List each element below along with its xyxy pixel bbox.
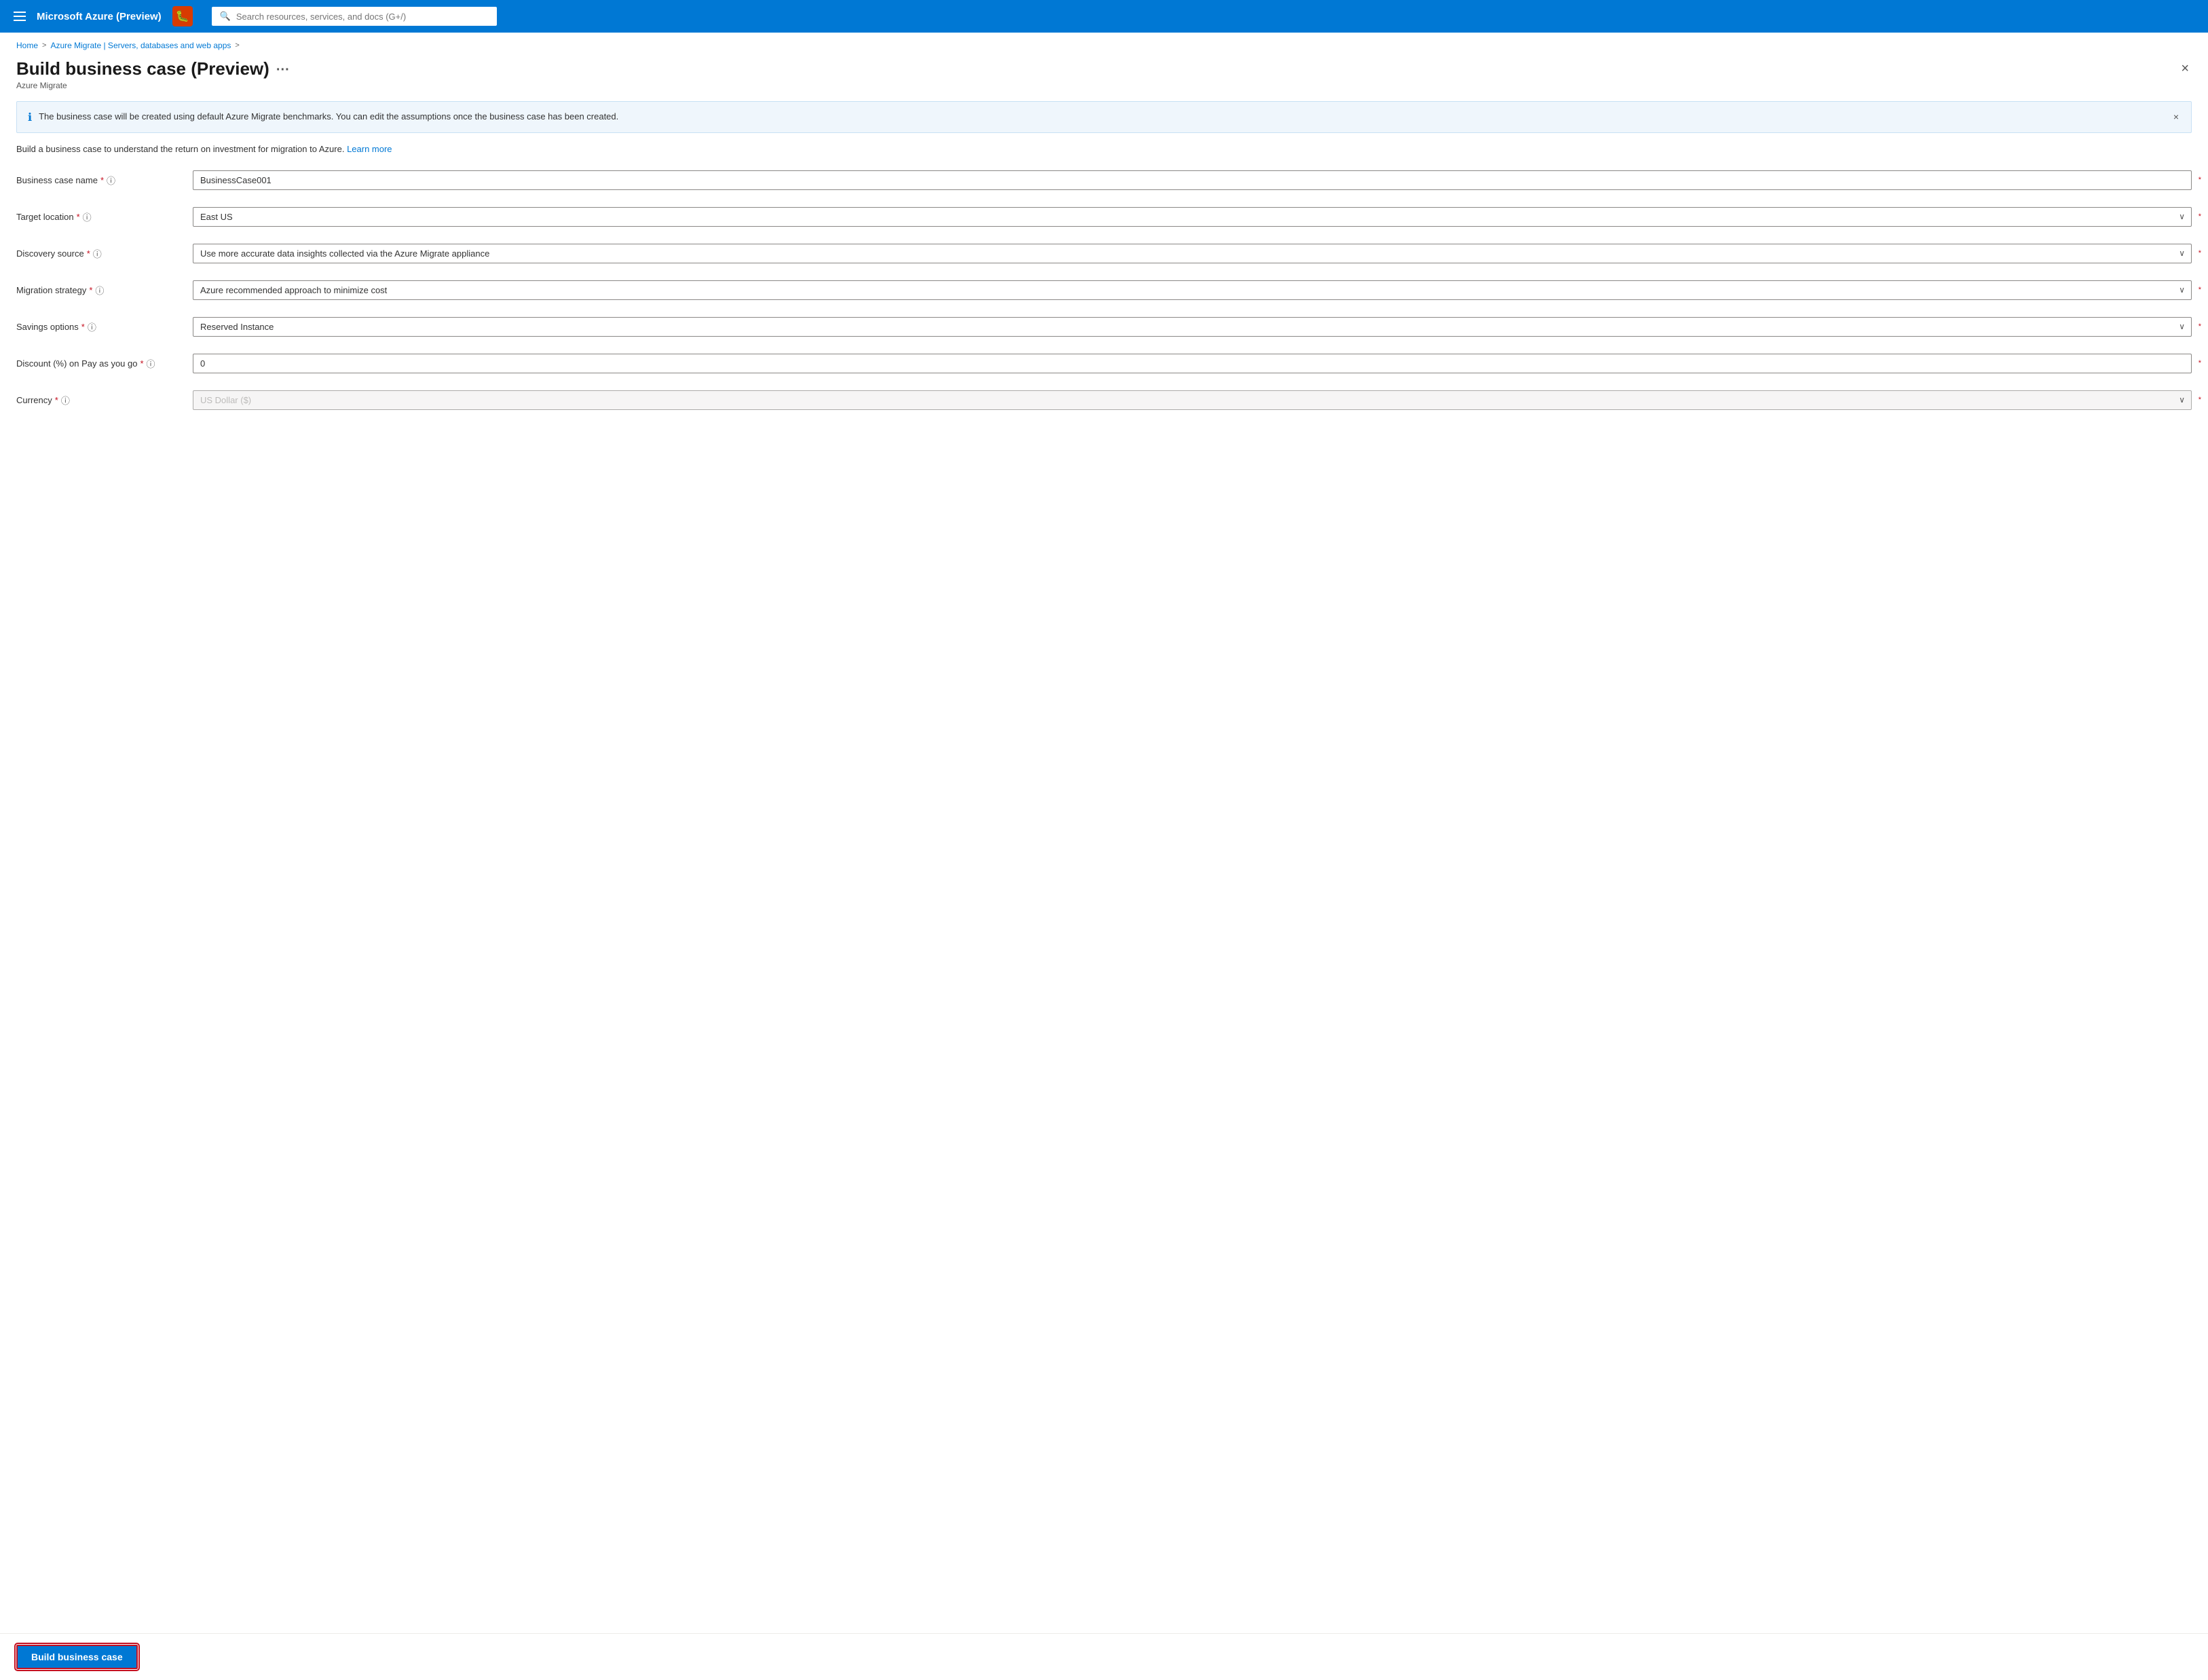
info-icon-7[interactable]: ⓘ <box>61 394 70 407</box>
info-banner-close[interactable]: × <box>2172 110 2180 124</box>
discount-input[interactable] <box>193 354 2192 373</box>
required-star-3: * <box>87 248 90 259</box>
required-indicator-3: * <box>2198 249 2201 257</box>
required-indicator-5: * <box>2198 322 2201 331</box>
discovery-source-select[interactable]: Use more accurate data insights collecte… <box>193 244 2192 263</box>
required-star-5: * <box>81 322 85 332</box>
label-target-location: Target location * ⓘ <box>16 210 193 223</box>
form-row-migration-strategy: Migration strategy * ⓘ Azure recommended… <box>16 278 2192 302</box>
form-row-currency: Currency * ⓘ US Dollar ($) Euro (€) Brit… <box>16 388 2192 412</box>
panel-header: Build business case (Preview) ··· Azure … <box>0 50 2208 96</box>
migration-strategy-select[interactable]: Azure recommended approach to minimize c… <box>193 280 2192 300</box>
currency-select[interactable]: US Dollar ($) Euro (€) British Pound (£) <box>193 390 2192 410</box>
learn-more-link[interactable]: Learn more <box>347 144 392 154</box>
description-text: Build a business case to understand the … <box>16 144 344 154</box>
app-title: Microsoft Azure (Preview) <box>37 11 162 22</box>
search-icon: 🔍 <box>220 11 231 22</box>
breadcrumb-sep-1: > <box>42 41 46 50</box>
build-business-case-button[interactable]: Build business case <box>16 1645 138 1669</box>
hamburger-menu[interactable] <box>11 9 29 24</box>
bug-icon: 🐛 <box>172 6 193 26</box>
required-star-1: * <box>100 175 104 185</box>
label-savings-options: Savings options * ⓘ <box>16 320 193 333</box>
info-icon-4[interactable]: ⓘ <box>95 284 104 297</box>
required-indicator-7: * <box>2198 396 2201 404</box>
form-row-discount: Discount (%) on Pay as you go * ⓘ * <box>16 351 2192 375</box>
required-star-2: * <box>77 212 80 222</box>
page-title: Build business case (Preview) <box>16 58 269 79</box>
info-icon-5[interactable]: ⓘ <box>88 320 96 333</box>
info-banner: ℹ The business case will be created usin… <box>16 101 2192 133</box>
input-wrap-6: * <box>193 354 2192 373</box>
description: Build a business case to understand the … <box>0 144 2208 168</box>
breadcrumb-home[interactable]: Home <box>16 41 38 50</box>
label-discovery-source: Discovery source * ⓘ <box>16 247 193 260</box>
breadcrumb-azure-migrate[interactable]: Azure Migrate | Servers, databases and w… <box>50 41 231 50</box>
form-row-discovery-source: Discovery source * ⓘ Use more accurate d… <box>16 241 2192 265</box>
info-icon-2[interactable]: ⓘ <box>83 210 92 223</box>
select-wrap-4: Azure recommended approach to minimize c… <box>193 280 2192 300</box>
form-area: Business case name * ⓘ * Target location… <box>0 168 2208 1633</box>
label-currency: Currency * ⓘ <box>16 394 193 407</box>
search-bar: 🔍 <box>212 7 497 26</box>
search-input[interactable] <box>236 12 489 22</box>
select-wrap-3: Use more accurate data insights collecte… <box>193 244 2192 263</box>
savings-options-select[interactable]: Reserved Instance Azure Savings Plan Pay… <box>193 317 2192 337</box>
input-wrap-1: * <box>193 170 2192 190</box>
breadcrumb: Home > Azure Migrate | Servers, database… <box>0 33 2208 50</box>
form-row-target-location: Target location * ⓘ East US West US West… <box>16 204 2192 229</box>
required-indicator-1: * <box>2198 176 2201 184</box>
select-wrap-2: East US West US West Europe Southeast As… <box>193 207 2192 227</box>
required-star-4: * <box>89 285 92 295</box>
info-banner-text: The business case will be created using … <box>39 110 2165 124</box>
required-indicator-2: * <box>2198 212 2201 221</box>
required-indicator-4: * <box>2198 286 2201 294</box>
panel-footer: Build business case <box>0 1633 2208 1680</box>
label-discount: Discount (%) on Pay as you go * ⓘ <box>16 357 193 370</box>
label-business-case-name: Business case name * ⓘ <box>16 174 193 187</box>
panel-subtitle: Azure Migrate <box>16 81 290 90</box>
main-panel: Home > Azure Migrate | Servers, database… <box>0 33 2208 1680</box>
info-icon: ℹ <box>28 111 32 124</box>
select-wrap-7: US Dollar ($) Euro (€) British Pound (£)… <box>193 390 2192 410</box>
panel-more-options[interactable]: ··· <box>276 62 290 78</box>
panel-title-row: Build business case (Preview) ··· <box>16 58 290 79</box>
form-row-business-case-name: Business case name * ⓘ * <box>16 168 2192 192</box>
close-button[interactable]: × <box>2178 58 2192 79</box>
info-icon-3[interactable]: ⓘ <box>93 247 102 260</box>
info-icon-6[interactable]: ⓘ <box>147 357 155 370</box>
label-migration-strategy: Migration strategy * ⓘ <box>16 284 193 297</box>
business-case-name-input[interactable] <box>193 170 2192 190</box>
topbar: Microsoft Azure (Preview) 🐛 🔍 <box>0 0 2208 33</box>
target-location-select[interactable]: East US West US West Europe Southeast As… <box>193 207 2192 227</box>
info-icon-1[interactable]: ⓘ <box>107 174 115 187</box>
required-star-7: * <box>55 395 58 405</box>
required-indicator-6: * <box>2198 359 2201 367</box>
breadcrumb-sep-2: > <box>235 41 239 50</box>
form-row-savings-options: Savings options * ⓘ Reserved Instance Az… <box>16 314 2192 339</box>
select-wrap-5: Reserved Instance Azure Savings Plan Pay… <box>193 317 2192 337</box>
required-star-6: * <box>140 358 143 369</box>
